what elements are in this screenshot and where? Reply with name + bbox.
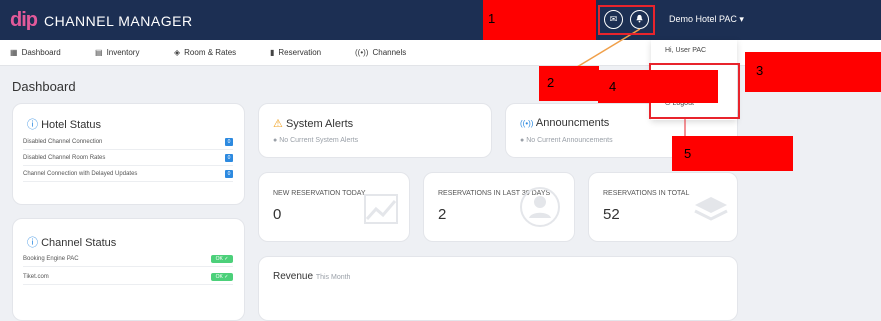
- annotation-box-5: 5: [672, 136, 793, 171]
- annotation-number: 3: [756, 63, 764, 78]
- annotation-number: 5: [684, 146, 692, 161]
- annotation-box-2: 2: [539, 66, 599, 101]
- annotation-number: 1: [488, 11, 496, 26]
- annotation-box-4: 4: [598, 70, 718, 103]
- annotation-box-3: 3: [745, 52, 881, 92]
- annotation-box-1: 1: [483, 0, 596, 40]
- annotation-outline-icons: [598, 5, 655, 35]
- annotation-number: 4: [609, 79, 617, 94]
- annotation-number: 2: [547, 75, 555, 90]
